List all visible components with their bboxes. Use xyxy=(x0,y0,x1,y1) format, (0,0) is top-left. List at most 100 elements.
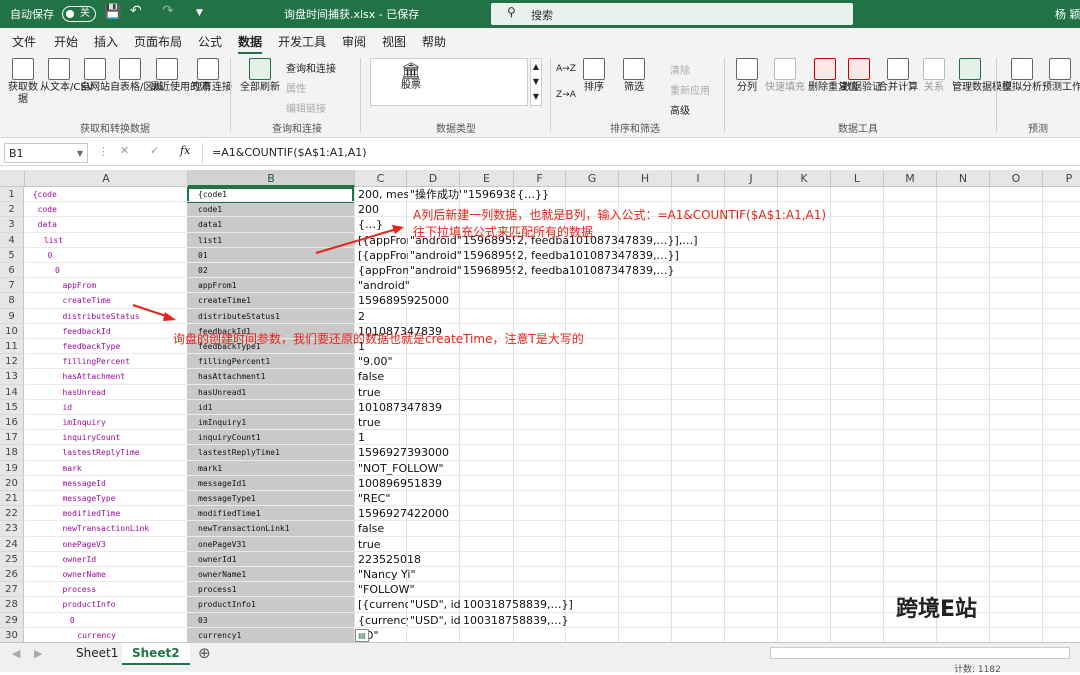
tab-developer[interactable]: 开发工具 xyxy=(278,33,326,50)
group-label-sort-filter: 排序和筛选 xyxy=(610,124,660,135)
divider xyxy=(360,58,361,132)
filter-button[interactable]: 筛选 xyxy=(620,58,648,94)
user-name[interactable]: 杨 颖 xyxy=(1055,6,1080,22)
funnel-icon xyxy=(623,58,645,80)
watermark-text: 跨境E站 xyxy=(896,597,978,622)
get-data-button[interactable]: 获取数据 xyxy=(6,58,40,106)
add-sheet-icon[interactable]: ⊕ xyxy=(198,644,211,662)
confirm-icon[interactable]: ✓ xyxy=(150,144,159,157)
consolidate-icon xyxy=(887,58,909,80)
data-types-gallery[interactable]: 🏛 股票 xyxy=(370,58,528,106)
refresh-icon xyxy=(249,58,271,80)
refresh-all-button[interactable]: 全部刷新 xyxy=(238,58,282,94)
sort-icon xyxy=(583,58,605,80)
qat-chevron-icon[interactable]: ▼ xyxy=(196,8,203,18)
recent-sources-button[interactable]: 最近使用的源 xyxy=(150,58,210,94)
sort-descending-button[interactable]: Z→A xyxy=(556,90,576,100)
autosave-toggle[interactable]: 关 xyxy=(62,6,96,22)
sort-ascending-button[interactable]: A→Z xyxy=(556,64,576,74)
chevron-down-icon[interactable]: ▼ xyxy=(77,149,83,158)
tab-insert[interactable]: 插入 xyxy=(94,33,118,50)
ribbon: 获取数据 从文本/CSV 自网站 自表格/区域 最近使用的源 现有连接 获取和转… xyxy=(0,54,1080,138)
cancel-icon[interactable]: ✕ xyxy=(120,144,129,157)
redo-icon[interactable]: ↷ xyxy=(162,3,174,19)
remove-duplicates-icon xyxy=(814,58,836,80)
divider xyxy=(202,143,203,163)
divider xyxy=(230,58,231,132)
properties-button[interactable]: 属性 xyxy=(286,80,306,95)
scroll-left-icon[interactable]: ◀ xyxy=(12,647,20,660)
horizontal-scrollbar[interactable] xyxy=(770,647,1070,659)
split-columns-icon xyxy=(736,58,758,80)
queries-connections-button[interactable]: 查询和连接 xyxy=(286,60,336,75)
name-box[interactable]: B1 ▼ xyxy=(4,143,88,163)
tab-formulas[interactable]: 公式 xyxy=(198,33,222,50)
worksheet-grid[interactable]: ABCDEFGHIJKLMNOP 1 2 3 4 5 6 7 8 9 10 11 12 13 14 15 16… xyxy=(0,170,1080,642)
tab-file[interactable]: 文件 xyxy=(12,33,36,50)
divider xyxy=(996,58,997,132)
tab-help[interactable]: 帮助 xyxy=(422,33,446,50)
paste-options-icon[interactable]: ▤ xyxy=(355,629,369,642)
flash-fill-icon xyxy=(774,58,796,80)
forecast-sheet-button[interactable]: 预测工作表 xyxy=(1042,58,1080,94)
validation-icon xyxy=(848,58,870,80)
stocks-button[interactable]: 🏛 股票 xyxy=(391,63,431,92)
data-validation-button[interactable]: 数据验证 xyxy=(842,58,882,94)
advanced-filter-button[interactable]: 高级 xyxy=(670,102,690,117)
undo-icon[interactable]: ↶ xyxy=(130,3,142,19)
connection-icon xyxy=(197,58,219,80)
edit-links-button[interactable]: 编辑链接 xyxy=(286,100,326,115)
from-text-button[interactable]: 从文本/CSV xyxy=(40,58,94,94)
search-placeholder: 搜索 xyxy=(531,9,553,22)
title-bar: 自动保存 关 💾 ↶ ↷ ▼ 询盘时间捕获.xlsx - 已保存 ⚲ 搜索 杨 … xyxy=(0,0,1080,28)
formula-bar: B1 ▼ ⋮ ✕ ✓ fx =A1&COUNTIF($A$1:A1,A1) xyxy=(0,140,1080,166)
sheet-tab-sheet2[interactable]: Sheet2 xyxy=(122,643,190,665)
from-table-button[interactable]: 自表格/区域 xyxy=(110,58,163,94)
text-to-columns-button[interactable]: 分列 xyxy=(732,58,762,94)
divider xyxy=(550,58,551,132)
insert-function-icon[interactable]: fx xyxy=(180,144,190,157)
reapply-button[interactable]: 重新应用 xyxy=(670,82,710,97)
tab-home[interactable]: 开始 xyxy=(54,33,78,50)
flash-fill-button[interactable]: 快速填充 xyxy=(764,58,806,94)
group-label-queries: 查询和连接 xyxy=(272,124,322,135)
bank-icon: 🏛 xyxy=(400,61,422,80)
web-icon xyxy=(84,58,106,80)
status-count: 计数: 1182 xyxy=(954,665,1001,675)
remove-duplicates-button[interactable]: 删除重复值 xyxy=(808,58,858,94)
search-icon: ⚲ xyxy=(507,5,516,19)
sort-button[interactable]: 排序 xyxy=(580,58,608,94)
relationships-button[interactable]: 关系 xyxy=(920,58,948,94)
what-if-analysis-button[interactable]: 模拟分析 xyxy=(1002,58,1042,94)
manage-data-model-button[interactable]: 管理数据模型 xyxy=(952,58,1012,94)
save-icon[interactable]: 💾 xyxy=(104,4,121,20)
tab-page-layout[interactable]: 页面布局 xyxy=(134,33,182,50)
tab-data[interactable]: 数据 xyxy=(238,33,263,55)
autosave-label: 自动保存 xyxy=(10,8,54,21)
gallery-scroll[interactable]: ▲ ▼ ▼ xyxy=(530,58,542,106)
tab-review[interactable]: 审阅 xyxy=(342,33,366,50)
data-model-icon xyxy=(959,58,981,80)
ribbon-tabs: 文件 开始 插入 页面布局 公式 数据 开发工具 审阅 视图 帮助 xyxy=(0,28,1080,55)
existing-connections-button[interactable]: 现有连接 xyxy=(192,58,232,94)
group-label-data-types: 数据类型 xyxy=(436,124,476,135)
consolidate-button[interactable]: 合并计算 xyxy=(878,58,918,94)
arrow-to-formula xyxy=(315,227,401,254)
formula-input[interactable]: =A1&COUNTIF($A$1:A1,A1) xyxy=(212,146,367,159)
arrow-head xyxy=(163,312,176,321)
clear-filter-button[interactable]: 清除 xyxy=(670,62,690,77)
annotation-arrows xyxy=(132,225,404,321)
group-label-forecast: 预测 xyxy=(1028,124,1048,135)
search-box[interactable]: ⚲ 搜索 xyxy=(491,3,853,25)
more-icon: ⋮ xyxy=(98,145,109,158)
scroll-right-icon[interactable]: ▶ xyxy=(34,647,42,660)
from-web-button[interactable]: 自网站 xyxy=(80,58,110,94)
window-title: 询盘时间捕获.xlsx - 已保存 xyxy=(284,8,420,21)
sheet-tab-bar: ◀ ▶ Sheet1 Sheet2 ⊕ 计数: 1182 跨境E站 xyxy=(0,597,1080,675)
table-icon xyxy=(119,58,141,80)
relationships-icon xyxy=(923,58,945,80)
sheet-tab-sheet1[interactable]: Sheet1 xyxy=(66,643,128,665)
database-icon xyxy=(12,58,34,80)
arrow-head xyxy=(392,225,404,234)
tab-view[interactable]: 视图 xyxy=(382,33,406,50)
